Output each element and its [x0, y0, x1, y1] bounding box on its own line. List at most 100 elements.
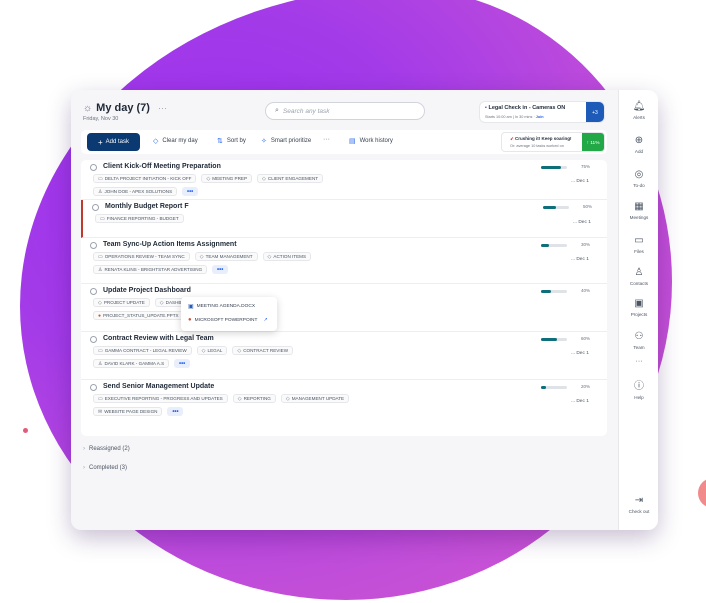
join-link[interactable]: Join: [536, 115, 544, 119]
more-chips-button[interactable]: •••: [174, 359, 191, 368]
person-chip[interactable]: ♙ RENATA KLINS - BRIGHTSTAR ADVERTISING: [93, 265, 208, 274]
tag-chip[interactable]: ◇ CLIENT ENGAGEMENT: [257, 174, 324, 183]
task-chip-row: ▭ OPERATIONS REVIEW - TEAM SYNC ◇ TEAM MANA…: [93, 252, 312, 261]
smart-prioritize-button[interactable]: ✧ Smart prioritize: [261, 137, 311, 145]
page-title: ☼ My day (7) ···: [83, 102, 167, 114]
tag-chip[interactable]: ◇ TEAM MANAGEMENT: [194, 252, 258, 261]
chip-label: LEGAL: [207, 348, 223, 353]
word-icon: ▣: [188, 304, 194, 310]
reassigned-group[interactable]: › Reassigned (2): [83, 446, 130, 452]
task-chip-row: ♙ JOHN DOE - APEX SOLUTIONS •••: [93, 187, 199, 196]
streak-percent: ↑ 11%: [582, 133, 604, 151]
meeting-count-badge[interactable]: +3: [586, 102, 604, 122]
task-title[interactable]: Team Sync-Up Action Items Assignment: [103, 241, 237, 248]
person-icon: ♙: [98, 188, 103, 195]
task-checkbox[interactable]: [90, 242, 97, 249]
task-row[interactable]: Client Kick-Off Meeting Preparation ▭ DELT…: [81, 160, 607, 200]
task-row[interactable]: Update Project Dashboard ◇ PROJECT UPDATE ◇…: [81, 284, 607, 332]
folder-icon: ▭: [98, 175, 103, 182]
meeting-subtitle: Starts 10:00 am | In 30 mins · Join: [485, 115, 544, 119]
completed-group[interactable]: › Completed (3): [83, 465, 127, 471]
chip-label: PROJECT_STATUS_UPDATE.PPTX: [103, 313, 179, 318]
tag-chip[interactable]: ◇ ACTION ITEMS: [262, 252, 312, 261]
task-title[interactable]: Update Project Dashboard: [103, 287, 191, 294]
tag-icon: ◇: [199, 253, 204, 260]
rail-item-help[interactable]: ⓘ Help: [619, 382, 658, 401]
rail-item-alerts[interactable]: 🔔︎ Alerts: [619, 102, 658, 121]
more-chips-button[interactable]: •••: [212, 265, 229, 274]
task-row[interactable]: Send Senior Management Update ▭ EXECUTIVE …: [81, 380, 607, 436]
page-title-text: My day (7): [96, 102, 150, 114]
tag-chip[interactable]: ◇ PROJECT UPDATE: [93, 298, 150, 307]
app-window: ☼ My day (7) ··· Friday, Nov 30 ⌕ Search…: [71, 90, 658, 530]
history-icon: ▤: [349, 138, 356, 145]
search-input[interactable]: ⌕ Search any task: [265, 102, 425, 120]
rail-item-todo[interactable]: ◎ To-do: [619, 170, 658, 189]
briefcase-icon: ▣: [634, 298, 644, 309]
chip-label: DELTA PROJECT INITIATION - KICK OFF: [104, 176, 192, 181]
task-progress-bar: [541, 166, 567, 169]
sort-by-button[interactable]: ⇅ Sort by: [217, 137, 246, 145]
rail-item-files[interactable]: ▭ Files: [619, 236, 658, 255]
tag-chip[interactable]: ◇ LEGAL: [196, 346, 228, 355]
task-chip-row: ✉ WEBSITE PAGE DESIGN •••: [93, 407, 184, 416]
task-progress-percent: 20%: [581, 384, 591, 389]
powerpoint-chip[interactable]: ● PROJECT_STATUS_UPDATE.PPTX: [93, 311, 184, 320]
tag-chip[interactable]: ◇ MEETING PREP: [201, 174, 253, 183]
rail-item-meetings[interactable]: ▦ Meetings: [619, 202, 658, 221]
popup-item-docx[interactable]: ▣ MEETING AGENDA.DOCX: [188, 303, 255, 310]
plus-circle-icon: ⊕: [634, 135, 644, 146]
chip-label: OPERATIONS REVIEW - TEAM SYNC: [104, 254, 185, 259]
task-checkbox[interactable]: [92, 204, 99, 211]
folder-chip[interactable]: ▭ EXECUTIVE REPORTING - PROGRESS AND UPDA…: [93, 394, 228, 403]
task-row[interactable]: Contract Review with Legal Team ▭ GAMMA CO…: [81, 332, 607, 380]
task-checkbox[interactable]: [90, 164, 97, 171]
task-chip-row: ♙ DAVID KLARK - GAMMA A.S •••: [93, 359, 191, 368]
task-chip-row: ♙ RENATA KLINS - BRIGHTSTAR ADVERTISING ••…: [93, 265, 229, 274]
task-checkbox[interactable]: [90, 384, 97, 391]
tag-chip[interactable]: ◇ REPORTING: [232, 394, 276, 403]
tag-chip[interactable]: ◇ MANAGEMENT UPDATE: [280, 394, 350, 403]
chip-label: PROJECT UPDATE: [103, 300, 145, 305]
task-checkbox[interactable]: [90, 336, 97, 343]
rail-item-checkout[interactable]: ⇥ Check out: [619, 496, 658, 515]
task-due-date: ... Dec 1: [571, 257, 589, 262]
folder-chip[interactable]: ▭ DELTA PROJECT INITIATION - KICK OFF: [93, 174, 197, 183]
work-history-button[interactable]: ▤ Work history: [349, 137, 393, 145]
rail-item-add[interactable]: ⊕ Add: [619, 135, 658, 155]
folder-chip[interactable]: ▭ GAMMA CONTRACT - LEGAL REVIEW: [93, 346, 192, 355]
task-progress-bar: [541, 290, 567, 293]
chip-label: GAMMA CONTRACT - LEGAL REVIEW: [104, 348, 187, 353]
task-row[interactable]: Monthly Budget Report F ▭ FINANCE REPORTIN…: [81, 200, 607, 238]
clear-my-day-button[interactable]: ◇ Clear my day: [153, 137, 198, 145]
external-link-icon[interactable]: ↗: [263, 317, 267, 323]
task-row[interactable]: Team Sync-Up Action Items Assignment ▭ OPE…: [81, 238, 607, 284]
folder-chip[interactable]: ▭ FINANCE REPORTING - BUDGET: [95, 214, 184, 223]
toolbar-more-button[interactable]: ···: [323, 136, 330, 143]
tag-chip[interactable]: ◇ CONTRACT REVIEW: [232, 346, 294, 355]
task-title[interactable]: Client Kick-Off Meeting Preparation: [103, 163, 221, 170]
page-menu-button[interactable]: ···: [158, 103, 167, 113]
rail-item-team[interactable]: ⚇ Team: [619, 332, 658, 351]
task-checkbox[interactable]: [90, 288, 97, 295]
rail-item-projects[interactable]: ▣ Projects: [619, 298, 658, 318]
task-title[interactable]: Send Senior Management Update: [103, 383, 214, 390]
more-chips-button[interactable]: •••: [182, 187, 199, 196]
popup-item-powerpoint[interactable]: ● MICROSOFT POWERPOINT ↗: [188, 317, 268, 323]
chevron-right-icon: ›: [83, 446, 85, 452]
add-task-button[interactable]: + Add task: [87, 133, 140, 151]
tag-icon: ◇: [237, 395, 242, 402]
tag-icon: ◇: [237, 347, 242, 354]
meeting-notification[interactable]: ▪ Legal Check in - Cameras ON Starts 10:…: [479, 101, 605, 123]
rail-item-contacts[interactable]: ♙ Contacts: [619, 268, 658, 287]
folder-chip[interactable]: ▭ OPERATIONS REVIEW - TEAM SYNC: [93, 252, 190, 261]
more-chips-button[interactable]: •••: [167, 407, 184, 416]
tag-icon: ◇: [159, 299, 164, 306]
task-title[interactable]: Contract Review with Legal Team: [103, 335, 214, 342]
chip-label: REPORTING: [243, 396, 271, 401]
person-chip[interactable]: ♙ JOHN DOE - APEX SOLUTIONS: [93, 187, 178, 196]
person-chip[interactable]: ♙ DAVID KLARK - GAMMA A.S: [93, 359, 170, 368]
rail-more-button[interactable]: ···: [619, 358, 658, 365]
task-title[interactable]: Monthly Budget Report F: [105, 203, 189, 210]
mail-chip[interactable]: ✉ WEBSITE PAGE DESIGN: [93, 407, 163, 416]
